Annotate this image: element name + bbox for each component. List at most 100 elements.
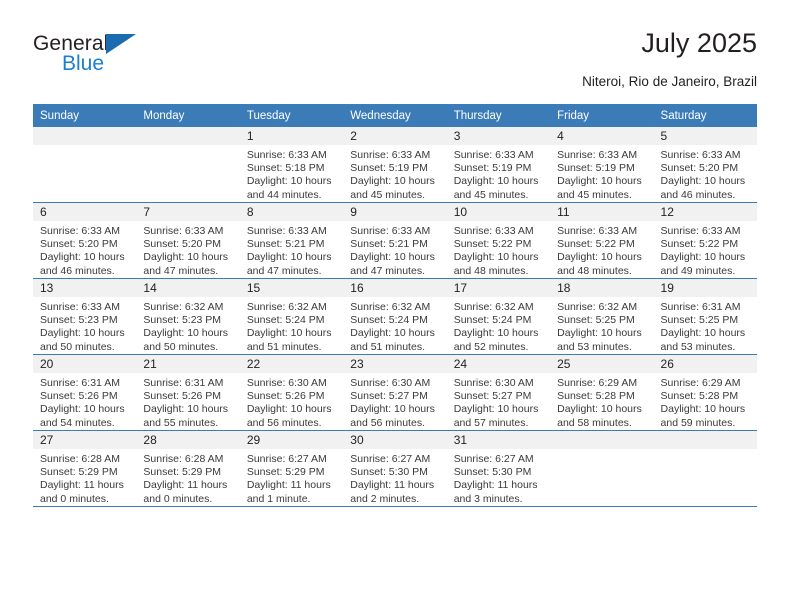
day-detail-line: and 48 minutes. <box>557 264 632 277</box>
day-cell-inner: 17 Sunrise: 6:32 AM Sunset: 5:24 PM Dayligh… <box>446 279 551 354</box>
day-number: 1 <box>239 127 344 145</box>
calendar-day-cell[interactable]: 22 Sunrise: 6:30 AM Sunset: 5:26 PM Dayligh… <box>239 354 344 431</box>
calendar-day-cell[interactable]: 29 Sunrise: 6:27 AM Sunset: 5:29 PM Dayligh… <box>239 430 344 507</box>
day-number: 16 <box>343 279 447 297</box>
calendar-day-cell[interactable]: 12 Sunrise: 6:33 AM Sunset: 5:22 PM Dayligh… <box>653 202 757 279</box>
day-detail-line: Sunrise: 6:27 AM <box>350 453 431 465</box>
calendar-day-cell[interactable]: 11 Sunrise: 6:33 AM Sunset: 5:22 PM Dayligh… <box>550 202 654 279</box>
day-number: 29 <box>239 431 344 449</box>
day-details: Sunrise: 6:33 AM Sunset: 5:23 PM Daylight:… <box>33 297 136 354</box>
day-details: Sunrise: 6:30 AM Sunset: 5:27 PM Daylight:… <box>343 373 446 430</box>
calendar-day-cell[interactable]: 23 Sunrise: 6:30 AM Sunset: 5:27 PM Dayligh… <box>343 354 447 431</box>
day-detail-line: Daylight: 10 hours <box>246 251 332 264</box>
day-detail-line: Sunset: 5:29 PM <box>143 466 222 479</box>
calendar-day-cell[interactable]: 18 Sunrise: 6:32 AM Sunset: 5:25 PM Dayligh… <box>550 278 654 355</box>
day-detail-line: and 45 minutes. <box>557 188 632 201</box>
day-number: 23 <box>343 355 447 373</box>
day-detail-line: and 46 minutes. <box>660 188 736 201</box>
day-detail-line: Sunrise: 6:33 AM <box>350 149 431 161</box>
day-number: 28 <box>136 431 240 449</box>
calendar-day-cell[interactable]: 21 Sunrise: 6:31 AM Sunset: 5:26 PM Dayligh… <box>136 354 240 431</box>
calendar-empty-cell <box>550 430 654 507</box>
calendar-day-cell[interactable]: 26 Sunrise: 6:29 AM Sunset: 5:28 PM Dayligh… <box>653 354 757 431</box>
calendar-day-cell[interactable]: 19 Sunrise: 6:31 AM Sunset: 5:25 PM Dayligh… <box>653 278 757 355</box>
day-cell-inner: 27 Sunrise: 6:28 AM Sunset: 5:29 PM Dayligh… <box>33 431 137 506</box>
day-number: 26 <box>653 355 757 373</box>
calendar-day-cell[interactable]: 16 Sunrise: 6:32 AM Sunset: 5:24 PM Dayligh… <box>343 278 447 355</box>
day-cell-inner: 14 Sunrise: 6:32 AM Sunset: 5:23 PM Dayligh… <box>136 279 240 354</box>
day-detail-line: Sunrise: 6:33 AM <box>660 225 741 237</box>
day-detail-line: Sunset: 5:26 PM <box>246 390 325 403</box>
day-detail-line: and 50 minutes. <box>40 340 115 353</box>
calendar-day-cell[interactable]: 2 Sunrise: 6:33 AM Sunset: 5:19 PM Daylight… <box>343 127 447 203</box>
day-detail-line: and 0 minutes. <box>143 492 213 505</box>
calendar-day-cell[interactable]: 24 Sunrise: 6:30 AM Sunset: 5:27 PM Dayligh… <box>446 354 551 431</box>
calendar-day-cell[interactable]: 10 Sunrise: 6:33 AM Sunset: 5:22 PM Dayligh… <box>446 202 551 279</box>
calendar-day-cell[interactable]: 7 Sunrise: 6:33 AM Sunset: 5:20 PM Daylight… <box>136 202 240 279</box>
day-detail-line: Sunset: 5:23 PM <box>143 314 222 327</box>
day-detail-line: Daylight: 10 hours <box>143 403 229 416</box>
day-details: Sunrise: 6:32 AM Sunset: 5:24 PM Daylight:… <box>343 297 446 354</box>
calendar-day-cell[interactable]: 4 Sunrise: 6:33 AM Sunset: 5:19 PM Daylight… <box>550 127 654 203</box>
day-detail-line: Daylight: 10 hours <box>660 327 746 340</box>
day-cell-inner: 23 Sunrise: 6:30 AM Sunset: 5:27 PM Dayligh… <box>343 355 447 430</box>
day-detail-line: and 58 minutes. <box>557 416 632 429</box>
day-number: 20 <box>33 355 137 373</box>
day-number: 11 <box>550 203 654 221</box>
calendar-day-cell[interactable]: 6 Sunrise: 6:33 AM Sunset: 5:20 PM Daylight… <box>33 202 137 279</box>
day-detail-line: Sunset: 5:30 PM <box>350 466 428 479</box>
calendar-day-cell[interactable]: 8 Sunrise: 6:33 AM Sunset: 5:21 PM Daylight… <box>239 202 344 279</box>
calendar-week-row: 1 Sunrise: 6:33 AM Sunset: 5:18 PM Daylight… <box>33 127 757 203</box>
day-detail-line: Daylight: 10 hours <box>350 175 435 188</box>
day-cell-inner: 11 Sunrise: 6:33 AM Sunset: 5:22 PM Dayligh… <box>550 203 654 278</box>
general-blue-logo[interactable]: General Blue <box>33 32 233 88</box>
day-detail-line: Daylight: 10 hours <box>453 327 539 340</box>
day-cell-inner: 20 Sunrise: 6:31 AM Sunset: 5:26 PM Dayligh… <box>33 355 137 430</box>
day-detail-line: Sunrise: 6:33 AM <box>350 225 431 237</box>
day-cell-inner: 22 Sunrise: 6:30 AM Sunset: 5:26 PM Dayligh… <box>239 355 344 430</box>
day-detail-line: and 47 minutes. <box>350 264 425 277</box>
day-details: Sunrise: 6:33 AM Sunset: 5:22 PM Daylight:… <box>654 221 757 278</box>
day-detail-line: Daylight: 10 hours <box>246 327 332 340</box>
calendar-empty-cell <box>33 127 137 203</box>
day-detail-line: Sunrise: 6:31 AM <box>40 377 120 389</box>
day-detail-line: Sunrise: 6:30 AM <box>350 377 431 389</box>
calendar-day-cell[interactable]: 31 Sunrise: 6:27 AM Sunset: 5:30 PM Dayligh… <box>446 430 551 507</box>
day-detail-line: Daylight: 10 hours <box>557 327 642 340</box>
day-detail-line: Daylight: 10 hours <box>453 251 539 264</box>
calendar-day-cell[interactable]: 5 Sunrise: 6:33 AM Sunset: 5:20 PM Daylight… <box>653 127 757 203</box>
day-detail-line: Daylight: 10 hours <box>40 251 125 264</box>
day-cell-inner: 19 Sunrise: 6:31 AM Sunset: 5:25 PM Dayligh… <box>653 279 757 354</box>
calendar-day-cell[interactable]: 28 Sunrise: 6:28 AM Sunset: 5:29 PM Dayligh… <box>136 430 240 507</box>
day-detail-line: Sunrise: 6:30 AM <box>246 377 327 389</box>
day-cell-inner: 3 Sunrise: 6:33 AM Sunset: 5:19 PM Daylight… <box>446 127 551 202</box>
day-details: Sunrise: 6:27 AM Sunset: 5:29 PM Daylight:… <box>240 449 343 506</box>
blue-triangle-icon <box>106 34 136 54</box>
day-cell-inner: 25 Sunrise: 6:29 AM Sunset: 5:28 PM Dayligh… <box>550 355 654 430</box>
calendar-day-cell[interactable]: 27 Sunrise: 6:28 AM Sunset: 5:29 PM Dayligh… <box>33 430 137 507</box>
day-number: 25 <box>550 355 654 373</box>
calendar-day-cell[interactable]: 20 Sunrise: 6:31 AM Sunset: 5:26 PM Dayligh… <box>33 354 137 431</box>
day-detail-line: Sunset: 5:19 PM <box>453 162 532 175</box>
day-details: Sunrise: 6:33 AM Sunset: 5:18 PM Daylight:… <box>240 145 343 202</box>
calendar-day-cell[interactable]: 14 Sunrise: 6:32 AM Sunset: 5:23 PM Dayligh… <box>136 278 240 355</box>
day-number: 4 <box>550 127 654 145</box>
weekday-header-sunday: Sunday <box>33 104 137 127</box>
calendar-day-cell[interactable]: 25 Sunrise: 6:29 AM Sunset: 5:28 PM Dayligh… <box>550 354 654 431</box>
calendar-day-cell[interactable]: 9 Sunrise: 6:33 AM Sunset: 5:21 PM Daylight… <box>343 202 447 279</box>
calendar-day-cell[interactable]: 15 Sunrise: 6:32 AM Sunset: 5:24 PM Dayligh… <box>239 278 344 355</box>
day-cell-inner: 12 Sunrise: 6:33 AM Sunset: 5:22 PM Dayligh… <box>653 203 757 278</box>
day-details: Sunrise: 6:31 AM Sunset: 5:25 PM Daylight:… <box>654 297 757 354</box>
calendar-day-cell[interactable]: 3 Sunrise: 6:33 AM Sunset: 5:19 PM Daylight… <box>446 127 551 203</box>
day-detail-line: Daylight: 10 hours <box>40 327 125 340</box>
calendar-day-cell[interactable]: 30 Sunrise: 6:27 AM Sunset: 5:30 PM Dayligh… <box>343 430 447 507</box>
calendar-day-cell[interactable]: 17 Sunrise: 6:32 AM Sunset: 5:24 PM Dayligh… <box>446 278 551 355</box>
day-detail-line: Sunrise: 6:33 AM <box>40 225 120 237</box>
day-number <box>136 127 240 145</box>
day-number: 13 <box>33 279 137 297</box>
calendar-day-cell[interactable]: 1 Sunrise: 6:33 AM Sunset: 5:18 PM Daylight… <box>239 127 344 203</box>
calendar-day-cell[interactable]: 13 Sunrise: 6:33 AM Sunset: 5:23 PM Dayligh… <box>33 278 137 355</box>
day-detail-line: and 51 minutes. <box>246 340 322 353</box>
weekday-header-saturday: Saturday <box>653 104 757 127</box>
day-cell-inner: 10 Sunrise: 6:33 AM Sunset: 5:22 PM Dayligh… <box>446 203 551 278</box>
